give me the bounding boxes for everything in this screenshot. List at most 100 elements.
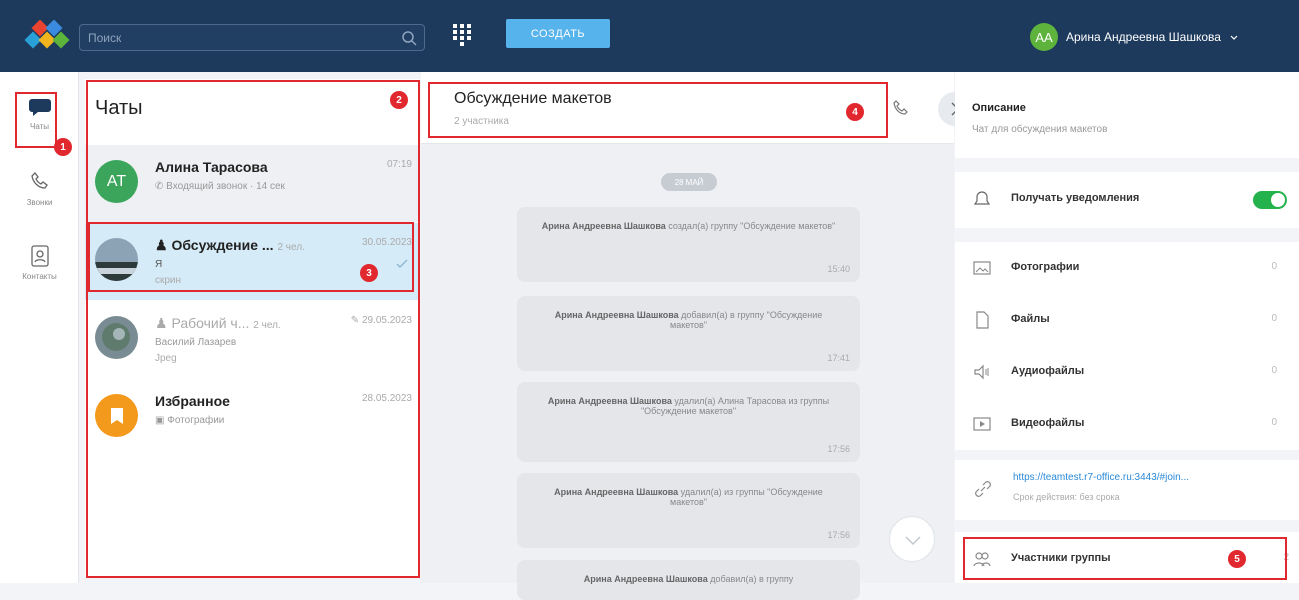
chat-last-message-text: Фотографии — [167, 415, 225, 426]
chat-name: Избранное — [155, 393, 230, 409]
nav-calls[interactable]: Звонки — [0, 170, 79, 240]
system-message: Арина Андреевна Шашкова добавил(а) в гру… — [517, 560, 860, 600]
user-menu[interactable]: АА Арина Андреевна Шашкова — [1030, 22, 1239, 52]
chat-bubble-icon — [28, 99, 51, 116]
message-time: 17:56 — [827, 444, 850, 454]
chat-name-text: Обсуждение ... — [171, 237, 274, 253]
chat-list-item[interactable]: ♟ Рабочий ч... 2 чел. Василий Лазарев Jp… — [85, 301, 420, 378]
create-button[interactable]: СОЗДАТЬ — [506, 19, 610, 48]
group-photo-icon — [95, 316, 138, 359]
message-text: удалил(а) из группы "Обсуждение макетов" — [670, 487, 823, 507]
video-icon — [973, 417, 991, 431]
photos-count: 0 — [1271, 261, 1277, 272]
chat-name: Алина Тарасова — [155, 159, 268, 175]
files-count: 0 — [1271, 313, 1277, 324]
message-time: 15:40 — [827, 264, 850, 274]
scroll-down-button[interactable] — [889, 516, 935, 562]
pin-icon: ✎ — [350, 315, 360, 326]
files-label: Файлы — [1011, 313, 1050, 325]
chat-time: 07:19 — [386, 159, 412, 170]
notifications-label: Получать уведомления — [1011, 192, 1140, 204]
description-section: Описание Чат для обсуждения макетов — [955, 72, 1299, 158]
chat-panel: Обсуждение макетов 2 участника 28 МАЙ Ар… — [421, 72, 954, 600]
message-author: Арина Андреевна Шашкова — [541, 221, 666, 231]
system-message: Арина Андреевна Шашкова удалил(а) из гру… — [517, 473, 860, 548]
message-author: Арина Андреевна Шашкова — [554, 487, 679, 497]
phone-icon — [30, 172, 48, 189]
files-row[interactable]: Файлы 0 — [955, 306, 1299, 336]
system-message: Арина Андреевна Шашкова удалил(а) Алина … — [517, 382, 860, 462]
description-text: Чат для обсуждения макетов — [972, 124, 1108, 135]
notifications-toggle[interactable] — [1253, 191, 1287, 209]
chat-list-item-selected[interactable]: ♟ Обсуждение ... 2 чел. Я скрин 30.05.20… — [85, 223, 420, 300]
message-author: Арина Андреевна Шашкова — [547, 396, 672, 406]
chat-name: ♟ Рабочий ч... 2 чел. — [155, 315, 281, 332]
people-icon — [973, 552, 991, 567]
search-box[interactable] — [79, 24, 425, 51]
message-time: 17:41 — [827, 353, 850, 363]
chat-last-author: Я — [155, 259, 163, 270]
annotation-badge-2: 2 — [390, 91, 408, 109]
members-section: Участники группы 2 — [955, 532, 1299, 583]
search-icon[interactable] — [400, 29, 418, 47]
chat-name: ♟ Обсуждение ... 2 чел. — [155, 237, 305, 254]
bookmark-icon — [110, 407, 123, 424]
chat-last-message: ▣ Фотографии — [155, 415, 224, 426]
members-count: 2 — [1283, 552, 1289, 563]
invite-link[interactable]: https://teamtest.r7-office.ru:3443/#join… — [1013, 472, 1189, 483]
call-icon[interactable] — [891, 99, 911, 119]
chat-time-text: 29.05.2023 — [361, 315, 412, 326]
contacts-icon — [30, 245, 49, 267]
details-panel: Описание Чат для обсуждения макетов Полу… — [955, 72, 1299, 583]
dialpad-icon[interactable] — [451, 22, 473, 46]
group-icon: ♟ — [155, 237, 168, 253]
photos-row[interactable]: Фотографии 0 — [955, 254, 1299, 284]
system-message: Арина Андреевна Шашкова создал(а) группу… — [517, 207, 860, 282]
avatar — [95, 394, 138, 437]
nav-chats-label: Чаты — [29, 122, 50, 131]
annotation-badge-1: 1 — [54, 138, 72, 156]
media-section: Фотографии 0 Файлы 0 Аудиофайлы 0 Видеоф… — [955, 242, 1299, 450]
notifications-section: Получать уведомления — [955, 172, 1299, 228]
chat-list-item[interactable]: Избранное ▣ Фотографии 28.05.2023 — [85, 379, 420, 456]
video-label: Видеофайлы — [1011, 417, 1085, 429]
chat-time: 28.05.2023 — [361, 393, 412, 404]
check-icon — [396, 259, 408, 268]
search-input[interactable] — [80, 25, 380, 50]
speaker-icon — [974, 364, 989, 380]
chat-last-message: Jpeg — [155, 353, 177, 364]
date-badge: 28 МАЙ — [661, 173, 717, 191]
invite-link-section: https://teamtest.r7-office.ru:3443/#join… — [955, 460, 1299, 520]
chat-last-message: ✆ Входящий звонок · 14 сек — [155, 181, 285, 192]
message-author: Арина Андреевна Шашкова — [554, 310, 679, 320]
audio-row[interactable]: Аудиофайлы 0 — [955, 358, 1299, 388]
nav-contacts[interactable]: Контакты — [0, 244, 79, 314]
chat-list-item[interactable]: АТ Алина Тарасова ✆ Входящий звонок · 14… — [85, 145, 420, 222]
members-row[interactable]: Участники группы 2 — [955, 545, 1299, 575]
user-name: Арина Андреевна Шашкова — [1066, 30, 1221, 44]
bell-icon — [973, 191, 991, 205]
chat-title: Обсуждение макетов — [454, 90, 612, 107]
app-logo-icon[interactable] — [20, 20, 74, 54]
chat-last-message: скрин — [155, 275, 182, 286]
video-count: 0 — [1271, 417, 1277, 428]
message-text: добавил(а) в группу "Обсуждение макетов" — [670, 310, 823, 330]
nav-chats[interactable]: Чаты — [0, 96, 79, 166]
chat-subtitle: 2 участника — [454, 116, 509, 127]
members-label: Участники группы — [1011, 552, 1111, 564]
user-avatar: АА — [1030, 23, 1058, 51]
avatar — [95, 316, 138, 359]
annotation-badge-3: 3 — [360, 264, 378, 282]
link-icon — [975, 481, 991, 497]
photos-label: Фотографии — [1011, 261, 1080, 273]
photo-icon — [973, 261, 991, 275]
image-icon: ▣ — [155, 415, 165, 426]
top-bar: СОЗДАТЬ АА Арина Андреевна Шашкова — [0, 0, 1299, 72]
annotation-badge-4: 4 — [846, 103, 864, 121]
avatar — [95, 238, 138, 281]
chat-last-message-text: Входящий звонок · 14 сек — [166, 181, 285, 192]
chat-header[interactable]: Обсуждение макетов 2 участника — [421, 72, 954, 144]
phone-icon: ✆ — [155, 181, 164, 192]
avatar: АТ — [95, 160, 138, 203]
video-row[interactable]: Видеофайлы 0 — [955, 410, 1299, 440]
